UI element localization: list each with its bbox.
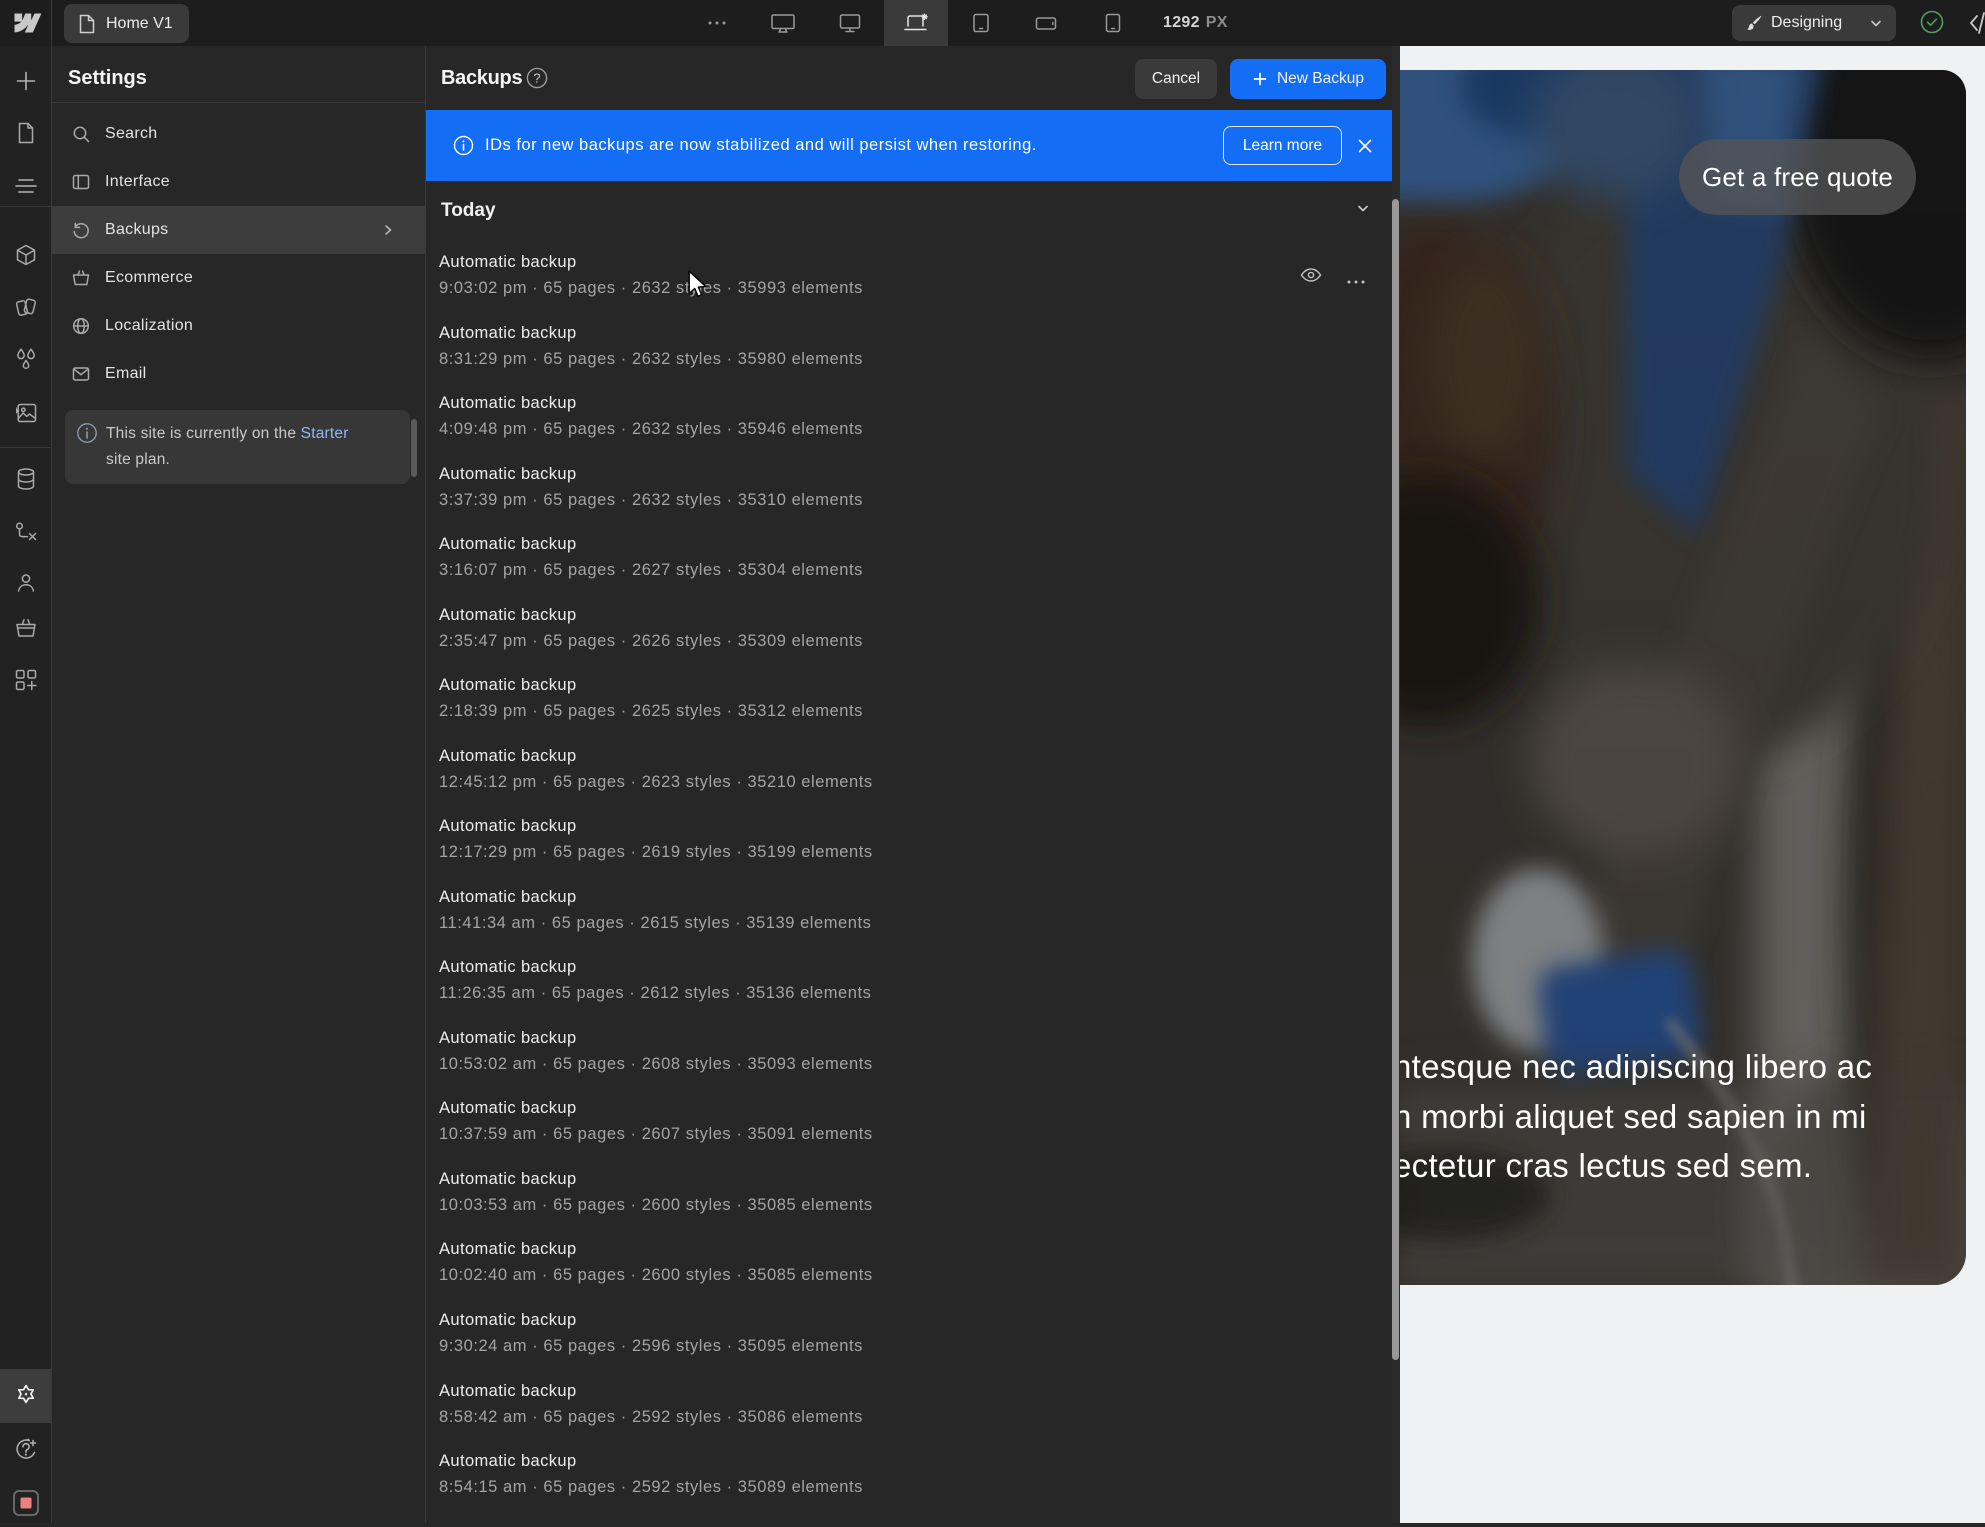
- svg-text:?: ?: [533, 71, 540, 86]
